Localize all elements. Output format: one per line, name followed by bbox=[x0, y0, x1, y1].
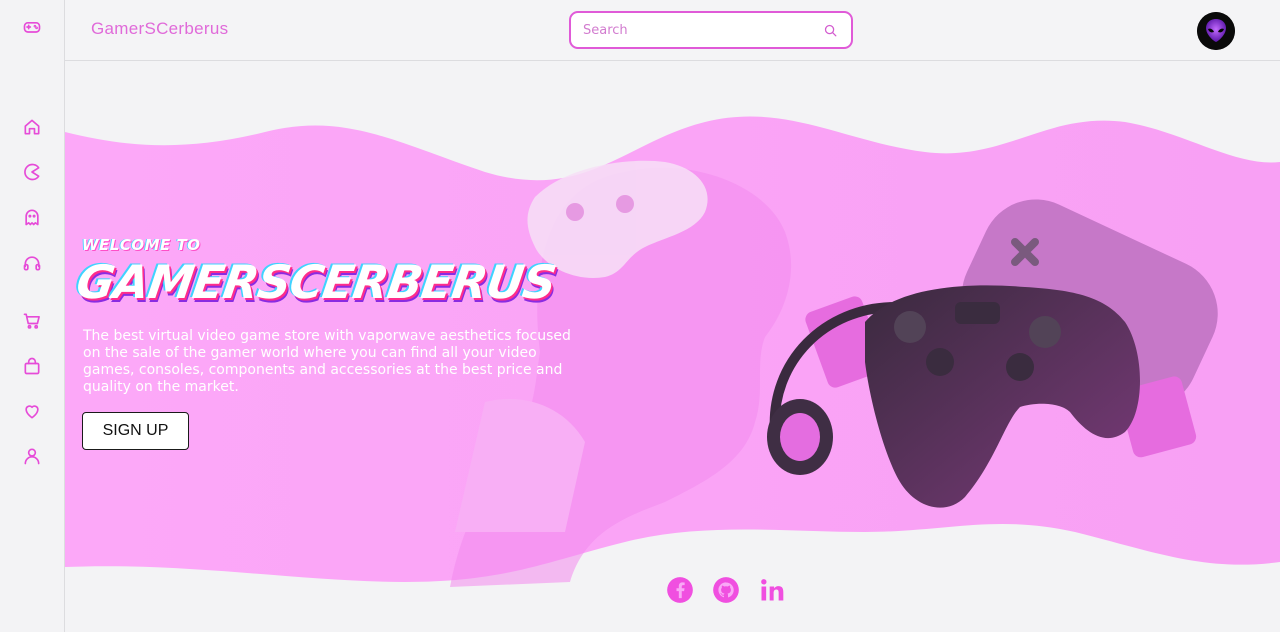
welcome-text: WELCOME TO bbox=[82, 236, 201, 254]
brand-name[interactable]: GamerSCerberus bbox=[91, 19, 228, 39]
pacman-icon[interactable] bbox=[21, 161, 43, 183]
search-input[interactable] bbox=[583, 22, 821, 38]
signup-button[interactable]: SIGN UP bbox=[82, 412, 189, 450]
home-icon[interactable] bbox=[21, 116, 43, 138]
linkedin-icon[interactable] bbox=[757, 575, 787, 605]
search-icon[interactable] bbox=[821, 21, 839, 39]
gamepad-icon[interactable] bbox=[21, 16, 43, 38]
user-icon[interactable] bbox=[21, 445, 43, 467]
sidebar bbox=[0, 0, 65, 632]
ghost-icon[interactable] bbox=[21, 206, 43, 228]
alien-avatar-icon bbox=[1197, 12, 1235, 50]
cart-icon[interactable] bbox=[21, 310, 43, 332]
hero-title: GAMERSCERBERUS bbox=[73, 255, 559, 309]
hero-description: The best virtual video game store with v… bbox=[83, 328, 571, 395]
top-header: GamerSCerberus bbox=[65, 0, 1280, 61]
avatar[interactable] bbox=[1197, 12, 1235, 50]
hero-banner: WELCOME TO GAMERSCERBERUS The best virtu… bbox=[65, 62, 1280, 632]
headphones-icon[interactable] bbox=[21, 252, 43, 274]
heart-icon[interactable] bbox=[21, 400, 43, 422]
bag-icon[interactable] bbox=[21, 355, 43, 377]
search-box bbox=[569, 11, 853, 49]
github-icon[interactable] bbox=[711, 575, 741, 605]
facebook-icon[interactable] bbox=[665, 575, 695, 605]
